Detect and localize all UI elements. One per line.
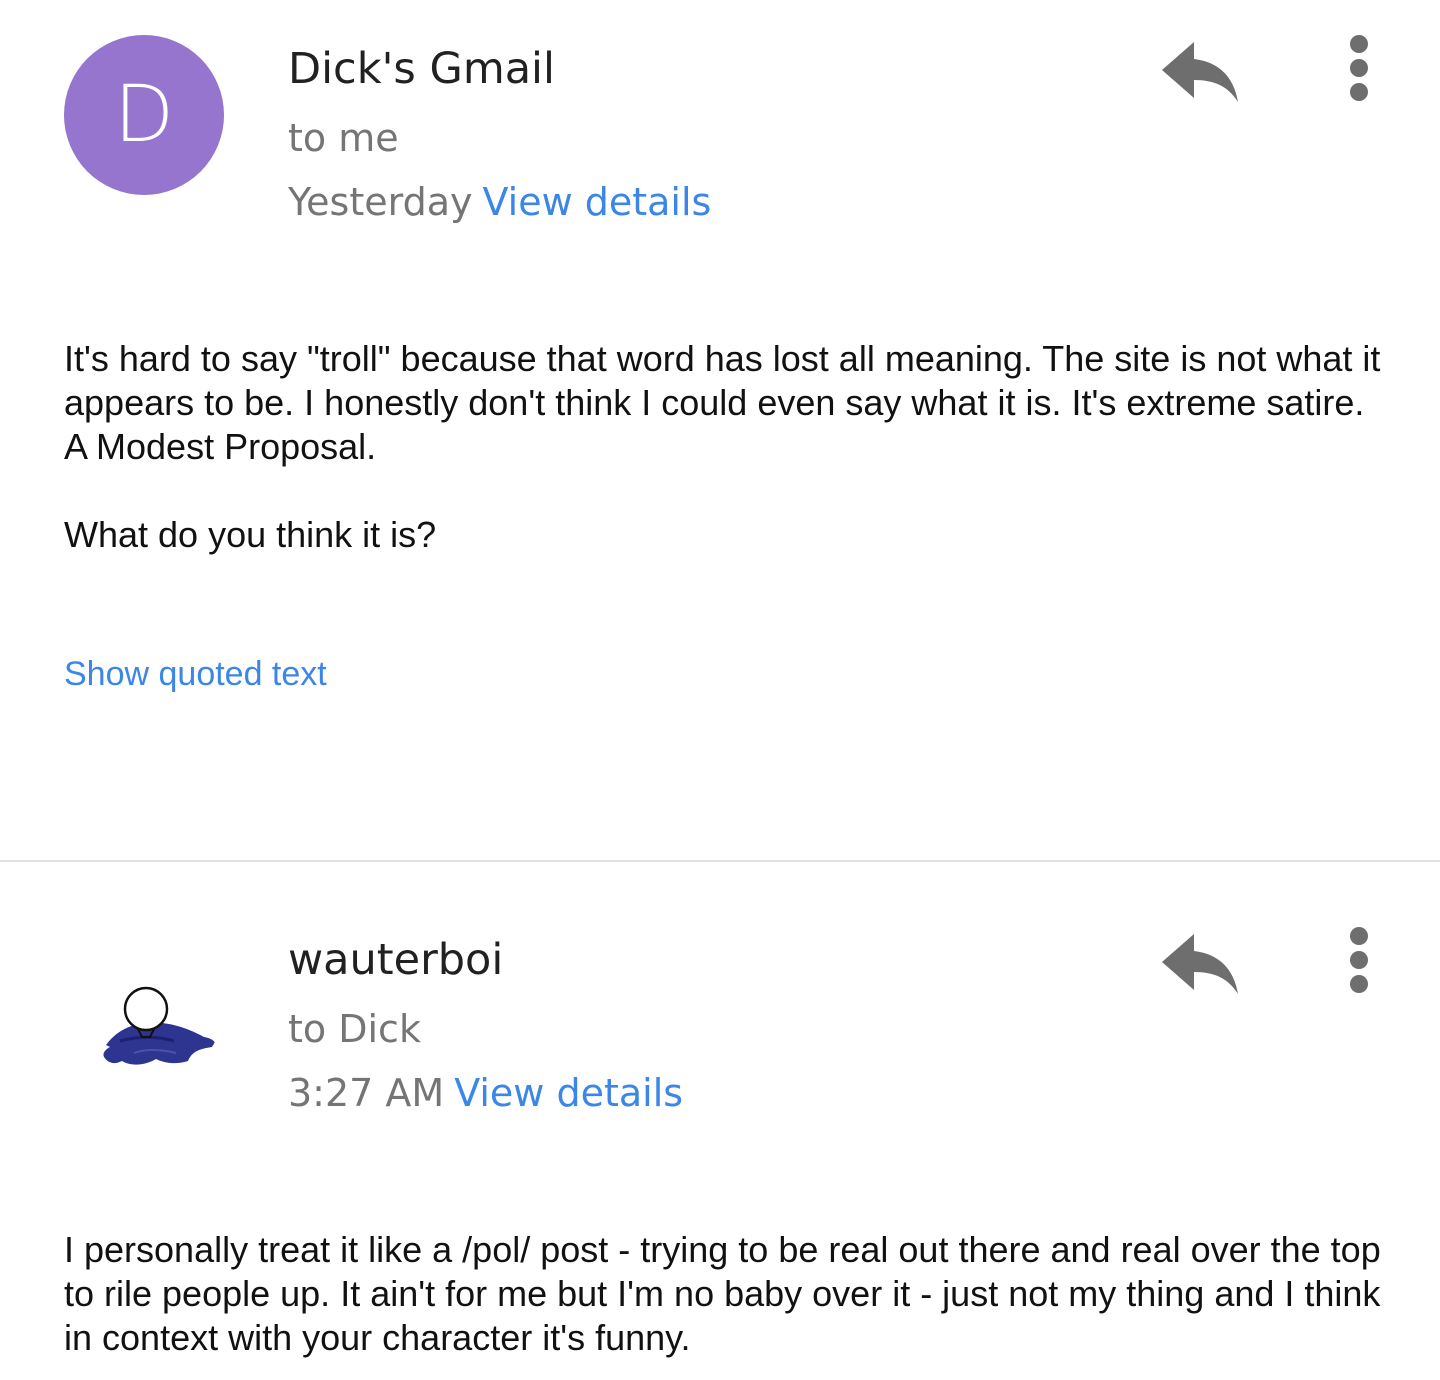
reply-button[interactable] xyxy=(1160,36,1242,106)
reply-icon xyxy=(1162,934,1238,994)
message-meta: 3:27 AM View details xyxy=(288,1071,683,1115)
user-drawing-avatar xyxy=(103,986,215,1065)
body-paragraph: I personally treat it like a /pol/ post … xyxy=(64,1229,1381,1358)
show-quoted-text-link[interactable]: Show quoted text xyxy=(64,655,327,694)
recipient-line: to me xyxy=(288,116,399,160)
message-meta: Yesterday View details xyxy=(288,180,711,224)
sender-name: wauterboi xyxy=(288,935,504,985)
more-options-button[interactable] xyxy=(1334,922,1384,1002)
sender-avatar[interactable]: D xyxy=(64,35,224,195)
avatar-letter: D xyxy=(113,70,175,160)
more-options-button[interactable] xyxy=(1334,30,1384,110)
reply-icon xyxy=(1162,42,1238,102)
body-paragraph: What do you think it is? xyxy=(64,514,437,555)
message-time: Yesterday xyxy=(288,180,473,224)
reply-button[interactable] xyxy=(1160,928,1242,998)
recipient-line: to Dick xyxy=(288,1007,421,1051)
email-message-1: D Dick's Gmail to me Yesterday View detai… xyxy=(0,0,1440,860)
sender-name: Dick's Gmail xyxy=(288,44,555,94)
email-message-2: wauterboi to Dick 3:27 AM View details I … xyxy=(0,862,1440,1380)
message-body: It's hard to say "troll" because that wo… xyxy=(64,337,1384,557)
sender-avatar[interactable] xyxy=(64,925,224,1085)
message-time: 3:27 AM xyxy=(288,1071,445,1115)
body-paragraph: It's hard to say "troll" because that wo… xyxy=(64,338,1381,467)
more-vert-icon xyxy=(1350,927,1368,993)
more-vert-icon xyxy=(1350,35,1368,101)
view-details-link[interactable]: View details xyxy=(454,1071,683,1115)
message-body: I personally treat it like a /pol/ post … xyxy=(64,1228,1384,1360)
view-details-link[interactable]: View details xyxy=(482,180,711,224)
